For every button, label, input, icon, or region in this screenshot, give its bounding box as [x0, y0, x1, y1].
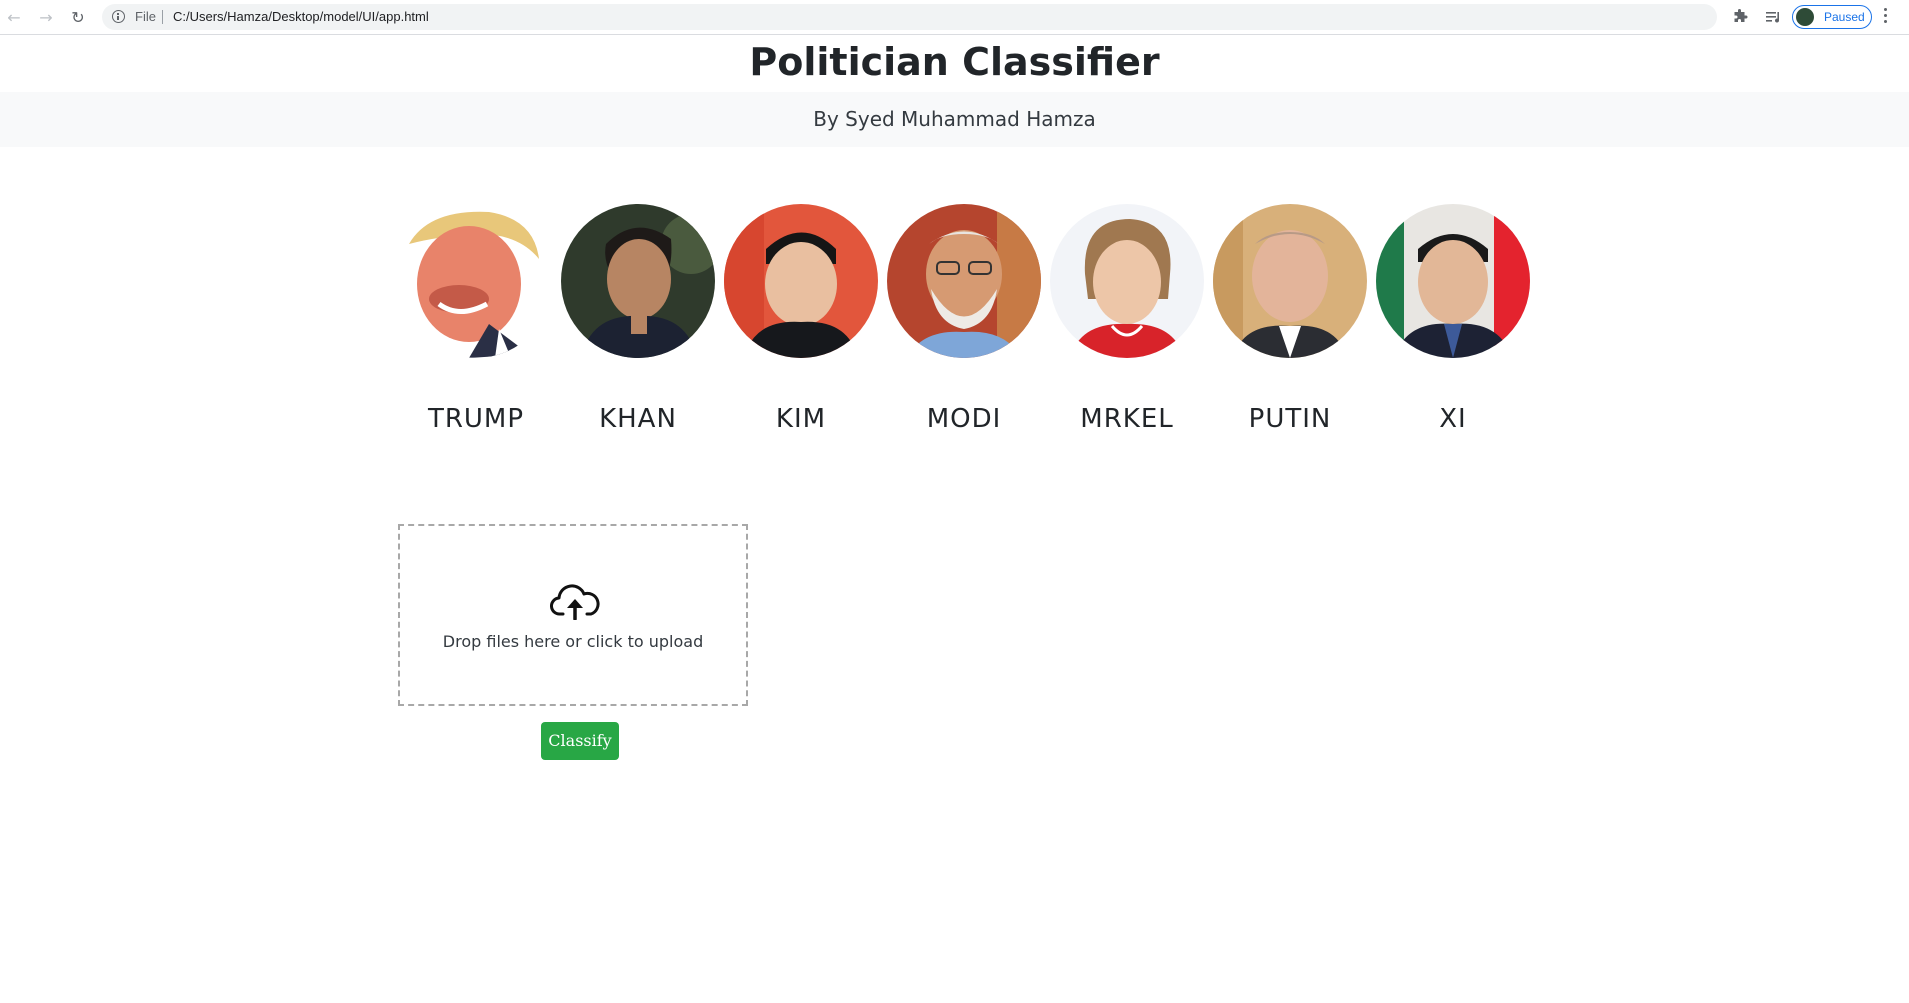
portrait-trump [399, 204, 553, 358]
reading-list-icon[interactable] [1762, 6, 1784, 28]
politician-name: MRKEL [1080, 404, 1174, 434]
politician-name: XI [1439, 404, 1467, 434]
byline-bar: By Syed Muhammad Hamza [0, 92, 1909, 147]
avatar [1796, 8, 1814, 26]
portrait-modi [887, 204, 1041, 358]
scheme-divider [162, 10, 163, 24]
browser-toolbar: ← → ↻ File C:/Users/Hamza/Desktop/model/… [0, 0, 1909, 35]
extensions-puzzle-icon[interactable] [1729, 6, 1751, 28]
reload-icon[interactable]: ↻ [67, 6, 89, 28]
politician-name: PUTIN [1248, 404, 1332, 434]
url-text[interactable]: C:/Users/Hamza/Desktop/model/UI/app.html [173, 9, 429, 24]
back-arrow-icon[interactable]: ← [3, 6, 25, 28]
portrait-xi [1376, 204, 1530, 358]
page-title: Politician Classifier [749, 40, 1160, 84]
portrait-putin [1213, 204, 1367, 358]
portrait-khan [561, 204, 715, 358]
profile-status: Paused [1824, 10, 1865, 24]
more-menu-icon[interactable] [1884, 8, 1888, 26]
dropzone-prompt: Drop files here or click to upload [442, 632, 704, 651]
cloud-upload-icon [550, 584, 600, 620]
scheme-label: File [135, 9, 156, 24]
portrait-merkel [1050, 204, 1204, 358]
politician-name: TRUMP [427, 404, 525, 434]
file-dropzone[interactable]: Drop files here or click to upload [398, 524, 748, 706]
byline: By Syed Muhammad Hamza [813, 107, 1096, 131]
portrait-kim [724, 204, 878, 358]
forward-arrow-icon[interactable]: → [35, 6, 57, 28]
politician-name: KIM [775, 404, 827, 434]
profile-button[interactable]: Paused [1792, 5, 1872, 29]
address-bar[interactable]: File C:/Users/Hamza/Desktop/model/UI/app… [102, 4, 1807, 30]
info-icon[interactable] [112, 10, 125, 23]
politician-name: MODI [926, 404, 1002, 434]
politician-name: KHAN [599, 404, 677, 434]
classify-button[interactable]: Classify [541, 722, 619, 760]
